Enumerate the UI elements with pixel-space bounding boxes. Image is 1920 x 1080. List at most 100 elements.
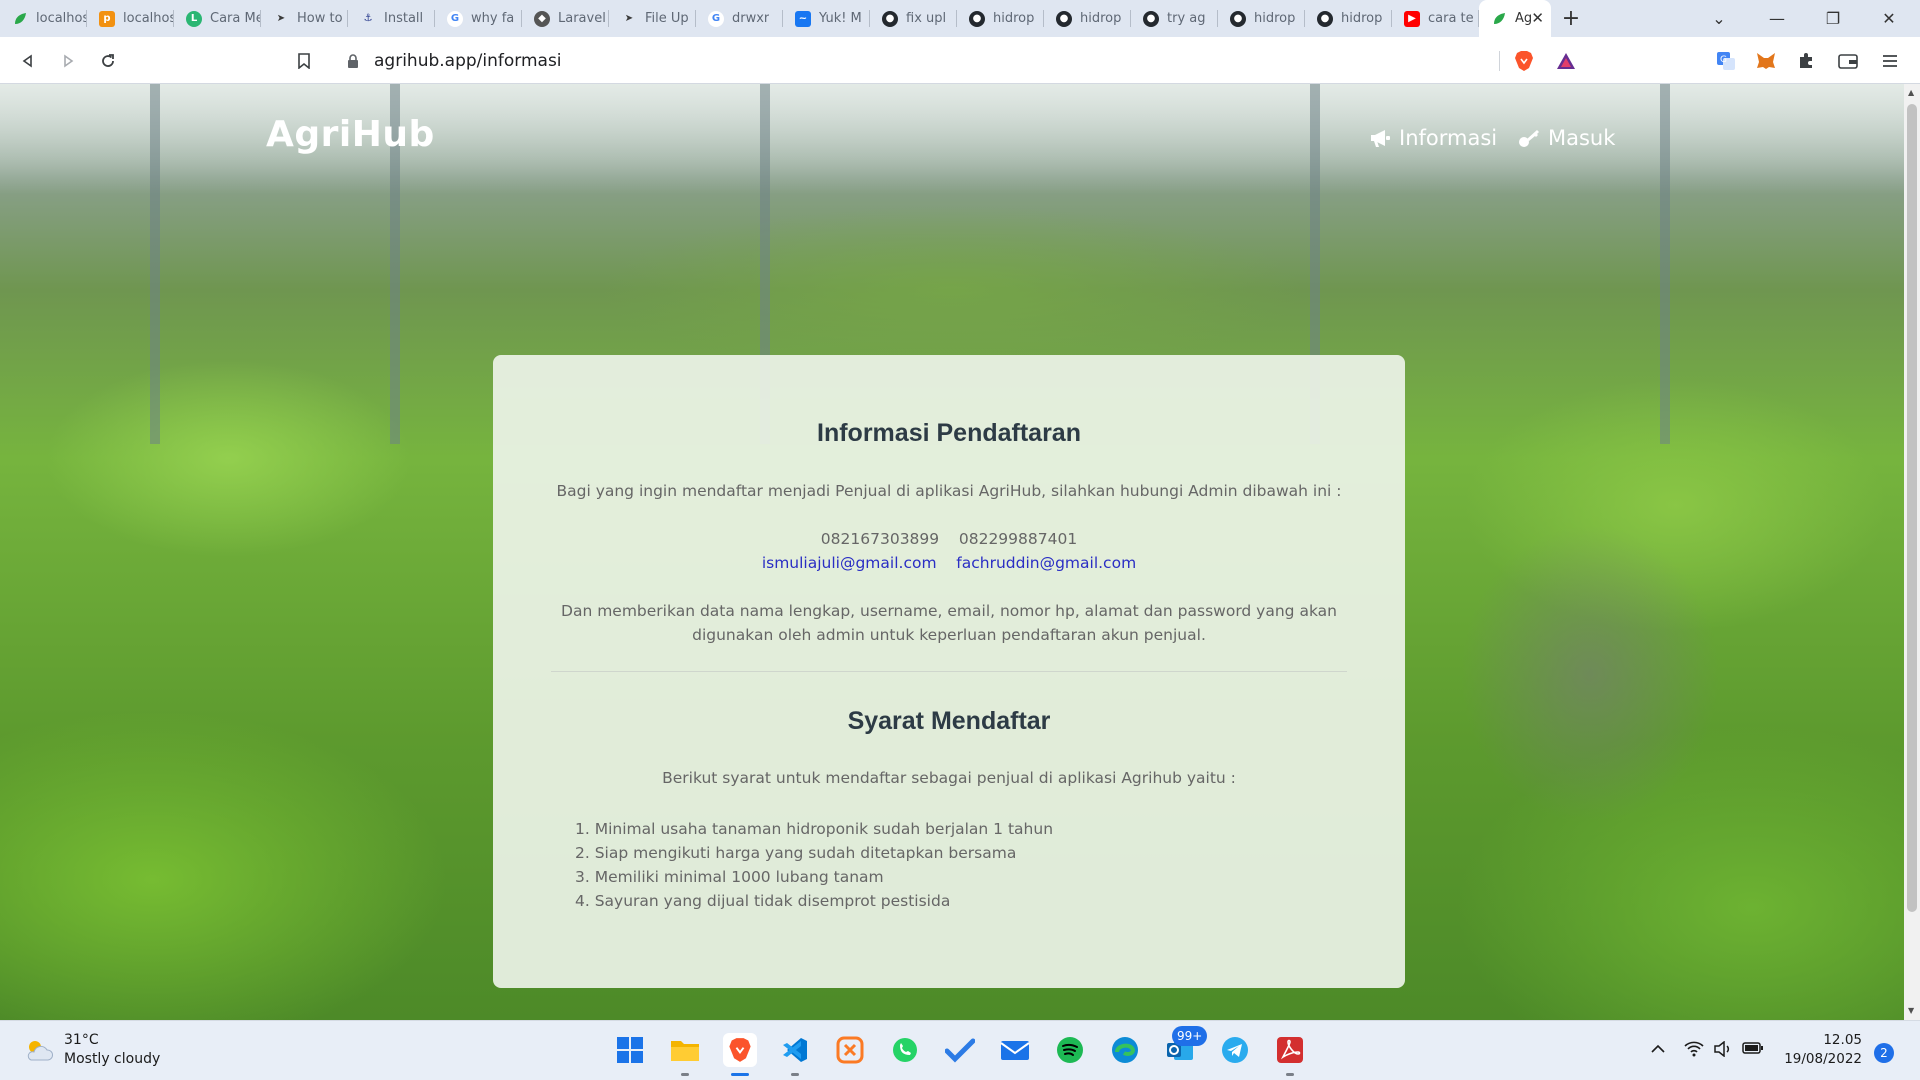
back-icon[interactable] — [16, 49, 40, 73]
acrobat-pdf-icon[interactable] — [1273, 1033, 1307, 1067]
github-icon: ● — [1056, 10, 1072, 27]
paper-plane-icon: ➤ — [624, 13, 634, 24]
browser-tab[interactable]: ◆ Laravel — [522, 0, 609, 37]
metamask-icon[interactable] — [1754, 49, 1778, 73]
browser-tab[interactable]: ➤ File Up — [609, 0, 696, 37]
file-explorer-icon[interactable] — [668, 1033, 702, 1067]
browser-tab[interactable]: ● hidrop — [1305, 0, 1392, 37]
youtube-icon: ▶ — [1404, 10, 1420, 27]
translate-icon[interactable]: G — [1714, 49, 1738, 73]
scrollbar-thumb[interactable] — [1907, 104, 1917, 912]
clock-time: 12.05 — [1823, 1032, 1862, 1048]
brave-rewards-icon[interactable] — [1554, 49, 1578, 73]
close-window-icon[interactable]: ✕ — [1866, 0, 1912, 37]
show-hidden-icons-chevron-icon[interactable] — [1650, 1041, 1666, 1059]
section-divider — [551, 671, 1347, 672]
email-link[interactable]: ismuliajuli@gmail.com — [762, 554, 937, 572]
vscode-icon[interactable] — [778, 1033, 812, 1067]
url-text[interactable]: agrihub.app/informasi — [374, 51, 562, 71]
page-viewport: AgriHub Informasi Masuk Informasi Pendaf… — [0, 84, 1904, 1020]
restore-icon[interactable]: ❐ — [1810, 0, 1856, 37]
greenhouse-beam — [1660, 84, 1670, 444]
browser-tab[interactable]: Gwhy fa — [435, 0, 522, 37]
browser-tab[interactable]: Gdrwxr — [696, 0, 783, 37]
battery-icon[interactable] — [1742, 1041, 1764, 1059]
nav-informasi[interactable]: Informasi — [1369, 126, 1497, 150]
browser-tab[interactable]: ➤ How to — [261, 0, 348, 37]
info-card: Informasi Pendaftaran Bagi yang ingin me… — [493, 355, 1405, 988]
notification-count-badge[interactable]: 2 — [1874, 1043, 1894, 1063]
github-icon: ● — [969, 10, 985, 27]
browser-tab-active[interactable]: Ag ✕ — [1479, 0, 1551, 37]
running-indicator — [1286, 1073, 1294, 1076]
spotify-icon[interactable] — [1053, 1033, 1087, 1067]
scroll-up-icon[interactable]: ▲ — [1908, 88, 1914, 97]
whatsapp-icon[interactable] — [888, 1033, 922, 1067]
laravel-icon: ◆ — [534, 10, 550, 27]
tab-strip: localhost plocalhost LCara Membuat ➤How … — [0, 0, 1920, 37]
leaf-icon — [1491, 11, 1507, 27]
browser-tab[interactable]: ▶ cara te — [1392, 0, 1479, 37]
google-icon: G — [447, 10, 463, 27]
greenhouse-beam — [150, 84, 160, 444]
wallet-icon[interactable] — [1836, 49, 1860, 73]
data-requirements-text: Dan memberikan data nama lengkap, userna… — [493, 599, 1405, 647]
telegram-icon[interactable] — [1218, 1033, 1252, 1067]
nav-masuk[interactable]: Masuk — [1518, 126, 1615, 150]
browser-toolbar: agrihub.app/informasi G — [0, 37, 1920, 84]
phpmyadmin-icon: p — [99, 10, 115, 27]
page-scrollbar[interactable]: ▲ ▼ — [1904, 84, 1920, 1020]
github-icon: ● — [1143, 10, 1159, 27]
browser-tab[interactable]: LCara Membuat — [174, 0, 261, 37]
close-tab-icon[interactable]: ✕ — [1531, 9, 1544, 27]
requirements-intro-text: Berikut syarat untuk mendaftar sebagai p… — [662, 769, 1236, 787]
email-link[interactable]: fachruddin@gmail.com — [956, 554, 1136, 572]
messenger-icon: ~ — [795, 10, 811, 27]
weather-widget[interactable]: 31°C Mostly cloudy — [24, 1031, 160, 1069]
scroll-down-icon[interactable]: ▼ — [1908, 1006, 1914, 1015]
forward-icon[interactable] — [56, 49, 80, 73]
phone-number: 082299887401 — [958, 530, 1078, 548]
todo-checkmark-icon[interactable] — [943, 1033, 977, 1067]
browser-tab[interactable]: ● hidrop — [957, 0, 1044, 37]
weather-temperature: 31°C — [64, 1032, 99, 1048]
registration-intro-text: Bagi yang ingin mendaftar menjadi Penjua… — [556, 482, 1342, 500]
browser-tab[interactable]: ● try ag — [1131, 0, 1218, 37]
extensions-puzzle-icon[interactable] — [1794, 49, 1818, 73]
lock-icon[interactable] — [346, 53, 360, 68]
browser-tab[interactable]: ~ Yuk! M — [783, 0, 870, 37]
xampp-icon[interactable] — [833, 1033, 867, 1067]
brand-logo[interactable]: AgriHub — [266, 114, 435, 155]
requirement-item: 2. Siap mengikuti harga yang sudah ditet… — [575, 844, 1017, 862]
tab-search-icon[interactable]: ⌄ — [1696, 0, 1742, 37]
new-tab-icon[interactable]: + — [1551, 0, 1591, 37]
reload-icon[interactable] — [96, 49, 120, 73]
paper-plane-icon: ➤ — [276, 13, 286, 24]
browser-tab[interactable]: ● fix upl — [870, 0, 957, 37]
bookmark-icon[interactable] — [292, 49, 316, 73]
requirement-item: 4. Sayuran yang dijual tidak disemprot p… — [575, 892, 951, 910]
system-clock[interactable]: 12.05 19/08/2022 — [1782, 1031, 1862, 1069]
brave-browser-icon[interactable] — [723, 1033, 757, 1067]
browser-tab[interactable]: localhost — [0, 0, 87, 37]
mail-icon[interactable] — [998, 1033, 1032, 1067]
browser-tab[interactable]: ● hidrop — [1044, 0, 1131, 37]
nav-masuk-label: Masuk — [1548, 126, 1616, 150]
brave-shields-icon[interactable] — [1512, 49, 1536, 73]
menu-icon[interactable] — [1878, 49, 1902, 73]
browser-tab[interactable]: ⚓ Install — [348, 0, 435, 37]
edge-icon[interactable] — [1108, 1033, 1142, 1067]
windows-start-icon[interactable] — [613, 1033, 647, 1067]
email-links: ismuliajuli@gmail.com fachruddin@gmail.c… — [493, 551, 1405, 575]
address-bar[interactable]: agrihub.app/informasi — [330, 44, 1590, 77]
google-icon: G — [708, 10, 724, 27]
wifi-icon[interactable] — [1684, 1041, 1704, 1061]
letter-l-icon: L — [186, 10, 202, 27]
browser-tab[interactable]: ● hidrop — [1218, 0, 1305, 37]
requirements-list: 1. Minimal usaha tanaman hidroponik suda… — [575, 817, 1053, 913]
browser-tab[interactable]: plocalhost — [87, 0, 174, 37]
github-icon: ● — [882, 10, 898, 27]
volume-icon[interactable] — [1713, 1040, 1733, 1061]
data-requirements-line: Dan memberikan data nama lengkap, userna… — [561, 602, 1337, 620]
minimize-icon[interactable]: — — [1754, 0, 1800, 37]
